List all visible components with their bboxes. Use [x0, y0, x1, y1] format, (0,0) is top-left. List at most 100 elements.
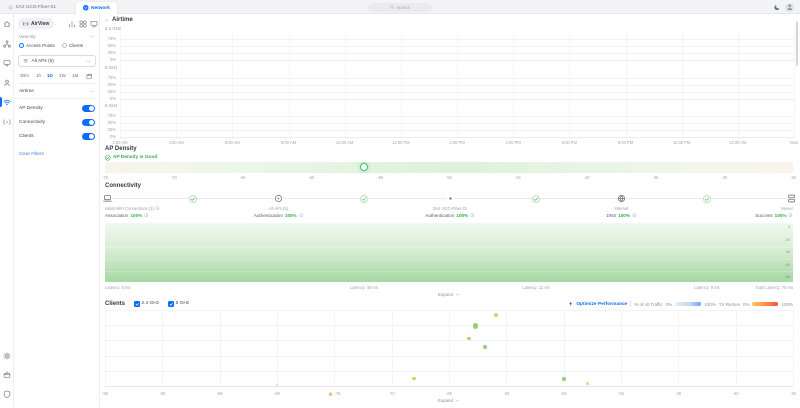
- latency-label: Latency: 45 ms: [350, 284, 378, 290]
- chevron-down-icon: [86, 59, 91, 64]
- x-tick-label: -95: [102, 390, 108, 396]
- gridline-v: [793, 310, 794, 386]
- traffic-gradient-bar: [675, 302, 702, 306]
- x-tick-label: 10:00 PM: [672, 140, 691, 145]
- calendar-icon[interactable]: [86, 72, 93, 80]
- sidebar-item-radio[interactable]: [3, 118, 11, 126]
- scatter-dot: [562, 377, 566, 381]
- x-tick-label: -60: [503, 390, 510, 396]
- latency-label: Latency: 5 ms: [105, 284, 131, 290]
- dbm-tick-label: -45: [514, 175, 521, 180]
- x-tick-label: 4:00 PM: [505, 140, 521, 145]
- tab-console[interactable]: SA2 UCG-Fiber-01: [8, 0, 56, 14]
- metric-dropdown[interactable]: Airtime: [19, 86, 95, 96]
- info-icon[interactable]: [788, 213, 793, 218]
- radio-label: Access Points: [26, 43, 55, 48]
- stage-value: 100%: [456, 213, 469, 218]
- tab-network[interactable]: Network: [76, 2, 117, 14]
- x-tick-label: -40: [732, 390, 739, 396]
- info-icon[interactable]: [470, 213, 475, 218]
- time-range-1h[interactable]: 1h: [36, 72, 41, 80]
- gridline-h: [120, 116, 794, 117]
- chart-icon[interactable]: [68, 20, 76, 28]
- band-label: 2.4 GHz: [105, 26, 122, 31]
- sidebar-item-clients[interactable]: [3, 79, 11, 87]
- traffic-label: % of All Traffic: [634, 301, 663, 307]
- x-tick-label: -75: [318, 390, 350, 396]
- y-tick-label: 50%: [107, 120, 116, 126]
- radio-access-points[interactable]: Access Points: [19, 42, 55, 49]
- info-icon[interactable]: [632, 213, 637, 218]
- x-tick-label: -45: [675, 390, 682, 396]
- toggle-on[interactable]: [82, 118, 95, 126]
- sidebar-item-devices[interactable]: [3, 59, 11, 67]
- x-tick-label: -35: [790, 390, 796, 396]
- y-tick-label: 25%: [107, 89, 116, 95]
- sidebar-item-settings[interactable]: [3, 352, 11, 360]
- gridline-v: [219, 310, 221, 386]
- collapse-icon[interactable]: [104, 18, 109, 23]
- connectivity-expand-button[interactable]: Expand: [100, 292, 798, 297]
- gridline-h: [120, 137, 794, 138]
- toggle-on[interactable]: [82, 104, 95, 112]
- checkbox-2-4-ghz[interactable]: 2.4 GHz: [134, 301, 159, 307]
- monitor-icon[interactable]: [90, 20, 98, 28]
- clear-filters-link[interactable]: Clear Filters: [19, 151, 44, 156]
- ap-density-marker: [359, 163, 368, 171]
- gateway-icon: [445, 194, 455, 203]
- dbm-tick-label: -50: [446, 175, 452, 180]
- band-checkboxes: 2.4 GHz 5 GHz: [134, 301, 189, 307]
- dbm-tick-label: -40: [583, 175, 590, 180]
- view-by-dropdown[interactable]: View By: [19, 34, 95, 39]
- app-window: SA2 UCG-Fiber-01 Network Search AirView …: [0, 0, 800, 408]
- x-tick-label: 6:00 PM: [561, 140, 577, 145]
- airview-tab[interactable]: AirView: [18, 18, 55, 29]
- sidebar-item-home[interactable]: [3, 20, 11, 28]
- checkbox-label: 5 GHz: [175, 301, 190, 307]
- time-range-30m[interactable]: 30m: [20, 72, 29, 80]
- network-icon: [83, 5, 89, 11]
- stage-check-icon: [531, 194, 540, 203]
- sidebar-item-topology[interactable]: [3, 39, 11, 48]
- info-icon[interactable]: [299, 213, 304, 218]
- optimize-performance-link[interactable]: Optimize Performance: [576, 302, 627, 307]
- clients-expand-button[interactable]: Expand: [100, 398, 798, 403]
- search-input[interactable]: Search: [368, 3, 432, 12]
- sidebar-item-updates[interactable]: [3, 371, 11, 379]
- heatmap-tick-label: -40: [784, 250, 791, 254]
- info-icon[interactable]: [155, 206, 160, 211]
- stage-check-icon: [188, 194, 197, 203]
- x-tick-label: 12:00 PM: [392, 140, 410, 145]
- avatar[interactable]: [785, 2, 794, 12]
- time-range-1D[interactable]: 1D: [47, 72, 53, 80]
- x-tick-label: -55: [560, 390, 567, 396]
- scatter-dot: [585, 382, 589, 385]
- heatmap-tick-label: 0: [787, 225, 790, 229]
- checkbox-5-ghz[interactable]: 5 GHz: [168, 301, 189, 307]
- toggle-on[interactable]: [82, 132, 95, 140]
- sidebar-item-security[interactable]: [3, 390, 11, 398]
- server-icon: [786, 194, 796, 203]
- info-icon[interactable]: [144, 213, 149, 218]
- gridline-v: [449, 310, 450, 386]
- y-tick-label: 75%: [107, 113, 116, 119]
- sidebar-item-wifi[interactable]: [3, 98, 11, 106]
- dbm-tick-label: -65: [239, 175, 246, 180]
- y-tick-label: 0%: [109, 96, 116, 102]
- radio-clients[interactable]: Clients: [62, 42, 83, 49]
- time-range-1W[interactable]: 1W: [59, 72, 66, 80]
- ap-dropdown[interactable]: All APs (5): [18, 55, 96, 67]
- time-range-1M[interactable]: 1M: [72, 72, 78, 80]
- scrollbar[interactable]: [795, 21, 798, 66]
- x-tick-label: 2:00 AM: [112, 140, 128, 145]
- theme-toggle-icon[interactable]: [774, 4, 781, 11]
- dbm-tick-label: -60: [308, 175, 315, 180]
- y-tick-label: 50%: [107, 82, 116, 88]
- toggle-row-connectivity: Connectivity: [19, 117, 95, 127]
- dbm-tick-label: -25: [790, 175, 796, 180]
- grid-icon[interactable]: [79, 20, 87, 28]
- view-by-label: View By: [19, 34, 36, 39]
- traffic-min: 0%: [665, 301, 673, 307]
- stage-metric: Association 100%: [105, 213, 215, 219]
- x-tick-label: -65: [446, 390, 452, 396]
